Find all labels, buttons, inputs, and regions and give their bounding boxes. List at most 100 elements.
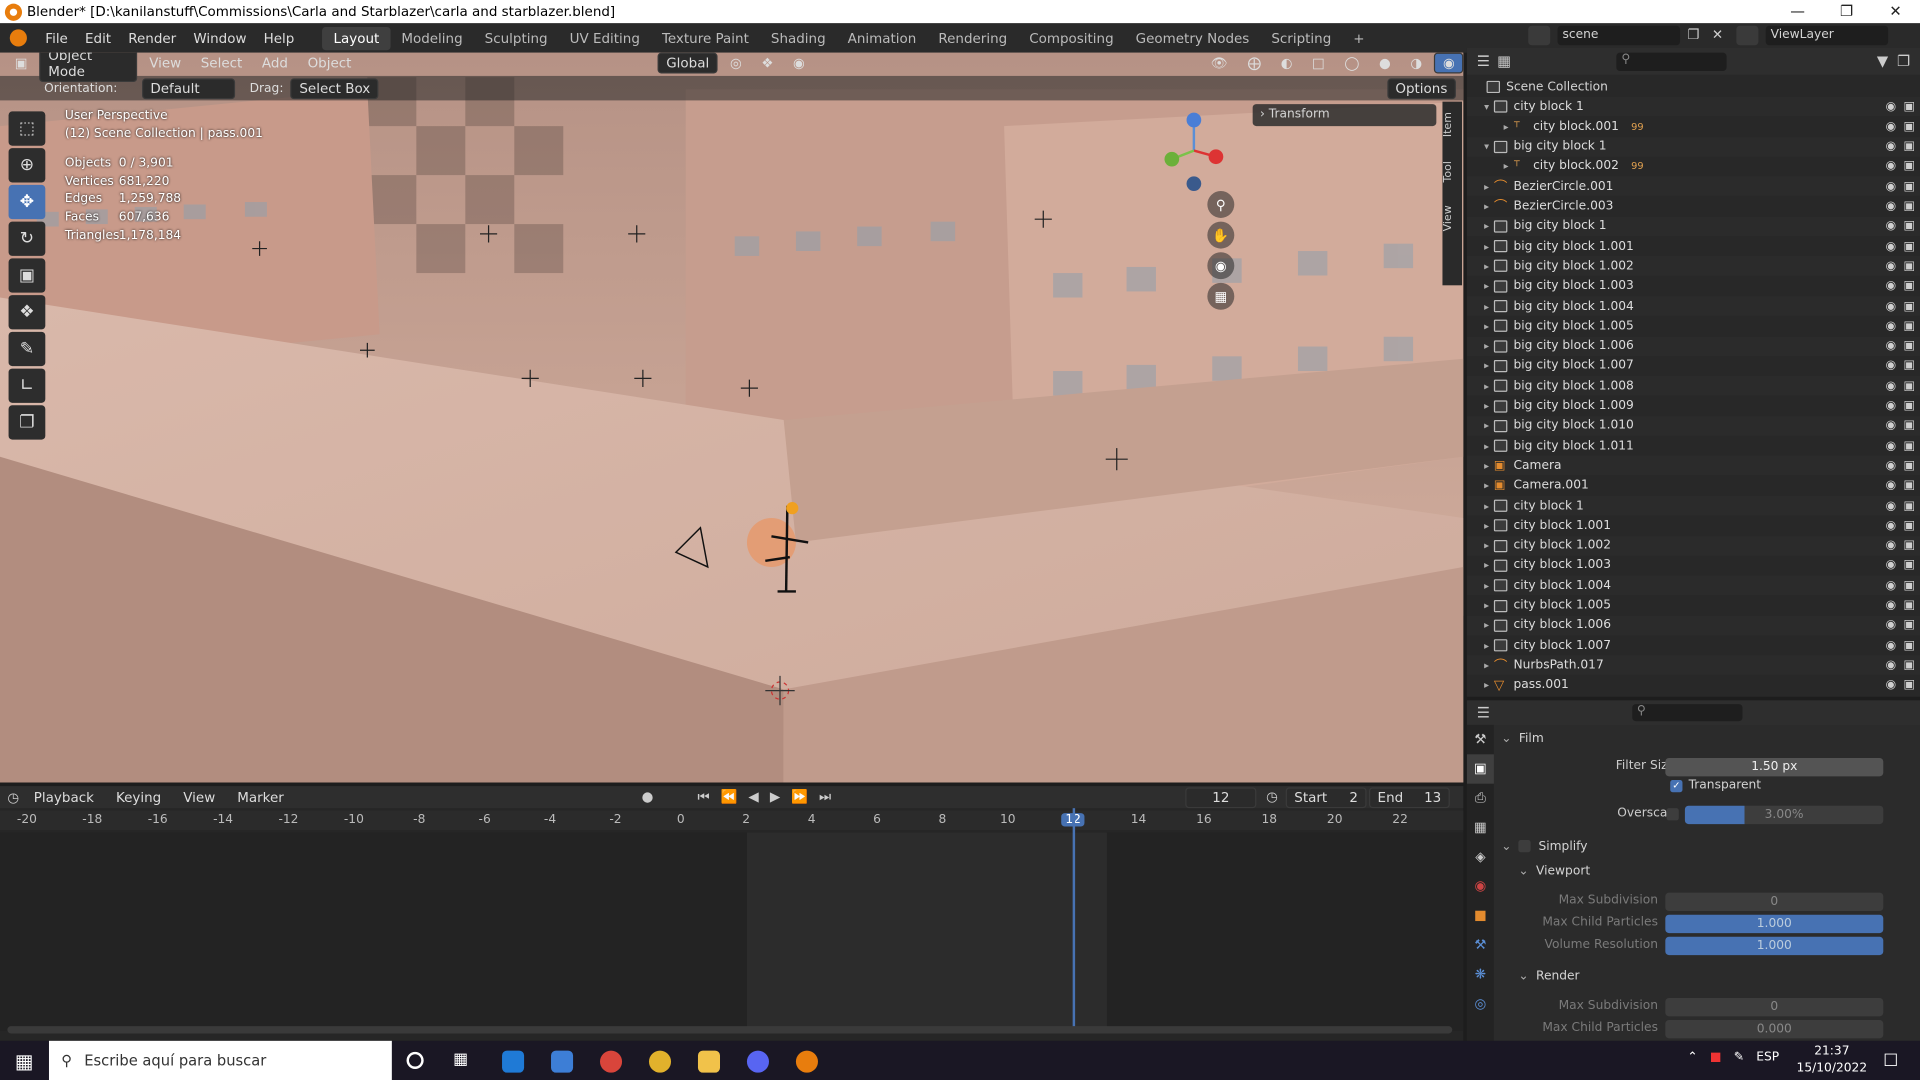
outliner-row[interactable]: ▸ city block 1.006 ◉ ▣ bbox=[1466, 615, 1920, 636]
tab-view[interactable]: View bbox=[1442, 195, 1454, 242]
taskbar-search[interactable]: ⚲ Escribe aquí para buscar bbox=[48, 1040, 392, 1080]
render-camera-icon[interactable]: ▣ bbox=[1904, 579, 1916, 592]
render-camera-icon[interactable]: ▣ bbox=[1904, 259, 1916, 272]
render-camera-icon[interactable]: ▣ bbox=[1904, 659, 1916, 672]
add-cube-tool-icon[interactable]: ❐ bbox=[8, 405, 46, 440]
render-camera-icon[interactable]: ▣ bbox=[1904, 499, 1916, 512]
outliner-row[interactable]: ▸ big city block 1.005 ◉ ▣ bbox=[1467, 316, 1920, 336]
editor-type-icon[interactable]: ☰ bbox=[1477, 704, 1490, 721]
expand-chevron-icon[interactable]: ▸ bbox=[1479, 460, 1494, 471]
select-box-tool-icon[interactable]: ⬚ bbox=[8, 111, 46, 146]
render-max-subdivision-field[interactable]: 0 bbox=[1665, 997, 1884, 1017]
prev-keyframe-icon[interactable]: ⏪ bbox=[721, 789, 738, 806]
navigation-gizmo[interactable] bbox=[1157, 108, 1230, 194]
tab-shading[interactable]: Shading bbox=[760, 26, 837, 49]
tab-rendering[interactable]: Rendering bbox=[927, 26, 1018, 49]
render-camera-icon[interactable]: ▣ bbox=[1904, 319, 1916, 332]
outliner-row[interactable]: ▸ big city block 1.010 ◉ ▣ bbox=[1466, 416, 1920, 436]
outliner-row[interactable]: ▸ ⸆ city block.002 99 ◉ ▣ bbox=[1467, 157, 1920, 177]
material-shading-icon[interactable]: ◑ bbox=[1403, 54, 1429, 72]
render-camera-icon[interactable]: ▣ bbox=[1904, 539, 1916, 552]
blender-taskbar-icon[interactable] bbox=[795, 1050, 818, 1073]
eye-icon[interactable]: ◉ bbox=[1886, 679, 1897, 692]
outliner-row[interactable]: ▸ city block 1.007 ◉ ▣ bbox=[1467, 636, 1920, 656]
expand-chevron-icon[interactable]: ▸ bbox=[1479, 221, 1494, 232]
viewlayer-name-field[interactable]: ViewLayer bbox=[1765, 25, 1889, 46]
transform-tool-icon[interactable]: ❖ bbox=[8, 295, 46, 330]
expand-chevron-icon[interactable]: ▸ bbox=[1479, 420, 1494, 431]
delete-scene-icon[interactable]: ✕ bbox=[1712, 27, 1729, 44]
scene-selector-icon[interactable] bbox=[1528, 25, 1551, 46]
edge-icon[interactable] bbox=[502, 1050, 525, 1073]
outliner-row[interactable]: ▸ big city block 1 ◉ ▣ bbox=[1466, 216, 1920, 237]
eye-icon[interactable]: ◉ bbox=[1886, 299, 1897, 312]
properties-search-icon[interactable]: ⚲ bbox=[1631, 704, 1743, 722]
outliner-row[interactable]: ▸ big city block 1.004 ◉ ▣ bbox=[1466, 296, 1920, 316]
outliner-row[interactable]: ▸ big city block 1.011 ◉ ▣ bbox=[1467, 436, 1920, 456]
render-max-child-particles-field[interactable]: 0.000 bbox=[1665, 1020, 1884, 1039]
outliner-row[interactable]: ▸ ⸆ city block.001 99 ◉ ▣ bbox=[1467, 117, 1920, 137]
expand-chevron-icon[interactable]: ▸ bbox=[1479, 580, 1494, 591]
eye-icon[interactable]: ◉ bbox=[1886, 639, 1897, 652]
expand-chevron-icon[interactable]: ▸ bbox=[1479, 201, 1494, 212]
menu-file[interactable]: File bbox=[37, 30, 77, 46]
tab-geometry-nodes[interactable]: Geometry Nodes bbox=[1125, 26, 1261, 49]
expand-chevron-icon[interactable]: ▸ bbox=[1479, 321, 1494, 332]
view-menu[interactable]: View bbox=[142, 54, 189, 72]
transform-orientation-dropdown[interactable]: Global bbox=[657, 52, 718, 74]
view-layer-tab-icon[interactable]: ▦ bbox=[1467, 813, 1494, 842]
marker-menu[interactable]: Marker bbox=[230, 788, 291, 806]
render-camera-icon[interactable]: ▣ bbox=[1904, 439, 1916, 452]
eye-icon[interactable]: ◉ bbox=[1886, 220, 1897, 233]
zoom-icon[interactable]: ⚲ bbox=[1207, 191, 1235, 218]
render-camera-icon[interactable]: ▣ bbox=[1904, 459, 1916, 472]
expand-chevron-icon[interactable]: ▸ bbox=[1479, 500, 1494, 511]
expand-chevron-icon[interactable]: ▾ bbox=[1479, 101, 1494, 112]
expand-chevron-icon[interactable]: ▸ bbox=[1479, 680, 1494, 691]
render-camera-icon[interactable]: ▣ bbox=[1904, 120, 1916, 133]
render-camera-icon[interactable]: ▣ bbox=[1904, 679, 1916, 692]
film-panel-header[interactable]: ⌄ Film bbox=[1501, 727, 1917, 749]
menu-edit[interactable]: Edit bbox=[76, 30, 119, 46]
cortana-icon[interactable] bbox=[406, 1051, 424, 1069]
tab-modeling[interactable]: Modeling bbox=[390, 26, 473, 49]
eye-icon[interactable]: ◉ bbox=[1886, 659, 1897, 672]
minimize-icon[interactable]: — bbox=[1773, 0, 1822, 23]
expand-chevron-icon[interactable]: ▸ bbox=[1479, 440, 1494, 451]
outliner-row[interactable]: ▾ city block 1 ◉ ▣ bbox=[1466, 96, 1920, 117]
timeline-scrollbar[interactable] bbox=[7, 1026, 1453, 1034]
render-camera-icon[interactable]: ▣ bbox=[1904, 419, 1916, 432]
pivot-icon[interactable]: ◎ bbox=[723, 54, 749, 72]
modifier-tab-icon[interactable]: ⚒ bbox=[1467, 931, 1494, 960]
expand-chevron-icon[interactable]: ▸ bbox=[1479, 261, 1494, 272]
expand-chevron-icon[interactable]: ▸ bbox=[1479, 660, 1494, 671]
eye-icon[interactable]: ◉ bbox=[1886, 359, 1897, 372]
expand-chevron-icon[interactable]: ▸ bbox=[1479, 560, 1494, 571]
add-workspace-button[interactable]: + bbox=[1342, 26, 1375, 49]
tab-texture-paint[interactable]: Texture Paint bbox=[651, 26, 760, 49]
eye-icon[interactable]: ◉ bbox=[1886, 259, 1897, 272]
eye-icon[interactable]: ◉ bbox=[1886, 619, 1897, 632]
eye-icon[interactable]: ◉ bbox=[1886, 180, 1897, 193]
expand-chevron-icon[interactable]: ▸ bbox=[1479, 540, 1494, 551]
expand-chevron-icon[interactable]: ▸ bbox=[1479, 480, 1494, 491]
proportional-edit-icon[interactable]: ◉ bbox=[786, 54, 812, 72]
measure-tool-icon[interactable]: ∟ bbox=[8, 368, 46, 403]
tab-layout[interactable]: Layout bbox=[322, 26, 391, 50]
render-camera-icon[interactable]: ▣ bbox=[1904, 100, 1916, 113]
new-scene-icon[interactable]: ❐ bbox=[1687, 27, 1704, 44]
tab-scripting[interactable]: Scripting bbox=[1260, 26, 1342, 49]
expand-chevron-icon[interactable]: ▸ bbox=[1479, 600, 1494, 611]
tab-item[interactable]: Item bbox=[1442, 102, 1454, 149]
eye-icon[interactable]: ◉ bbox=[1886, 479, 1897, 492]
eye-icon[interactable]: ◉ bbox=[1886, 100, 1897, 113]
outliner-row[interactable]: ▸ city block 1.003 ◉ ▣ bbox=[1467, 556, 1920, 576]
playhead[interactable] bbox=[1072, 808, 1076, 1032]
simplify-checkbox[interactable] bbox=[1518, 840, 1532, 853]
viewlayer-selector-icon[interactable] bbox=[1736, 25, 1759, 46]
drag-dropdown[interactable]: Select Box bbox=[290, 77, 379, 99]
chevron-up-icon[interactable]: ⌃ bbox=[1687, 1051, 1697, 1064]
render-camera-icon[interactable]: ▣ bbox=[1904, 519, 1916, 532]
ortho-grid-icon[interactable]: ▦ bbox=[1207, 282, 1235, 310]
render-camera-icon[interactable]: ▣ bbox=[1904, 479, 1916, 492]
